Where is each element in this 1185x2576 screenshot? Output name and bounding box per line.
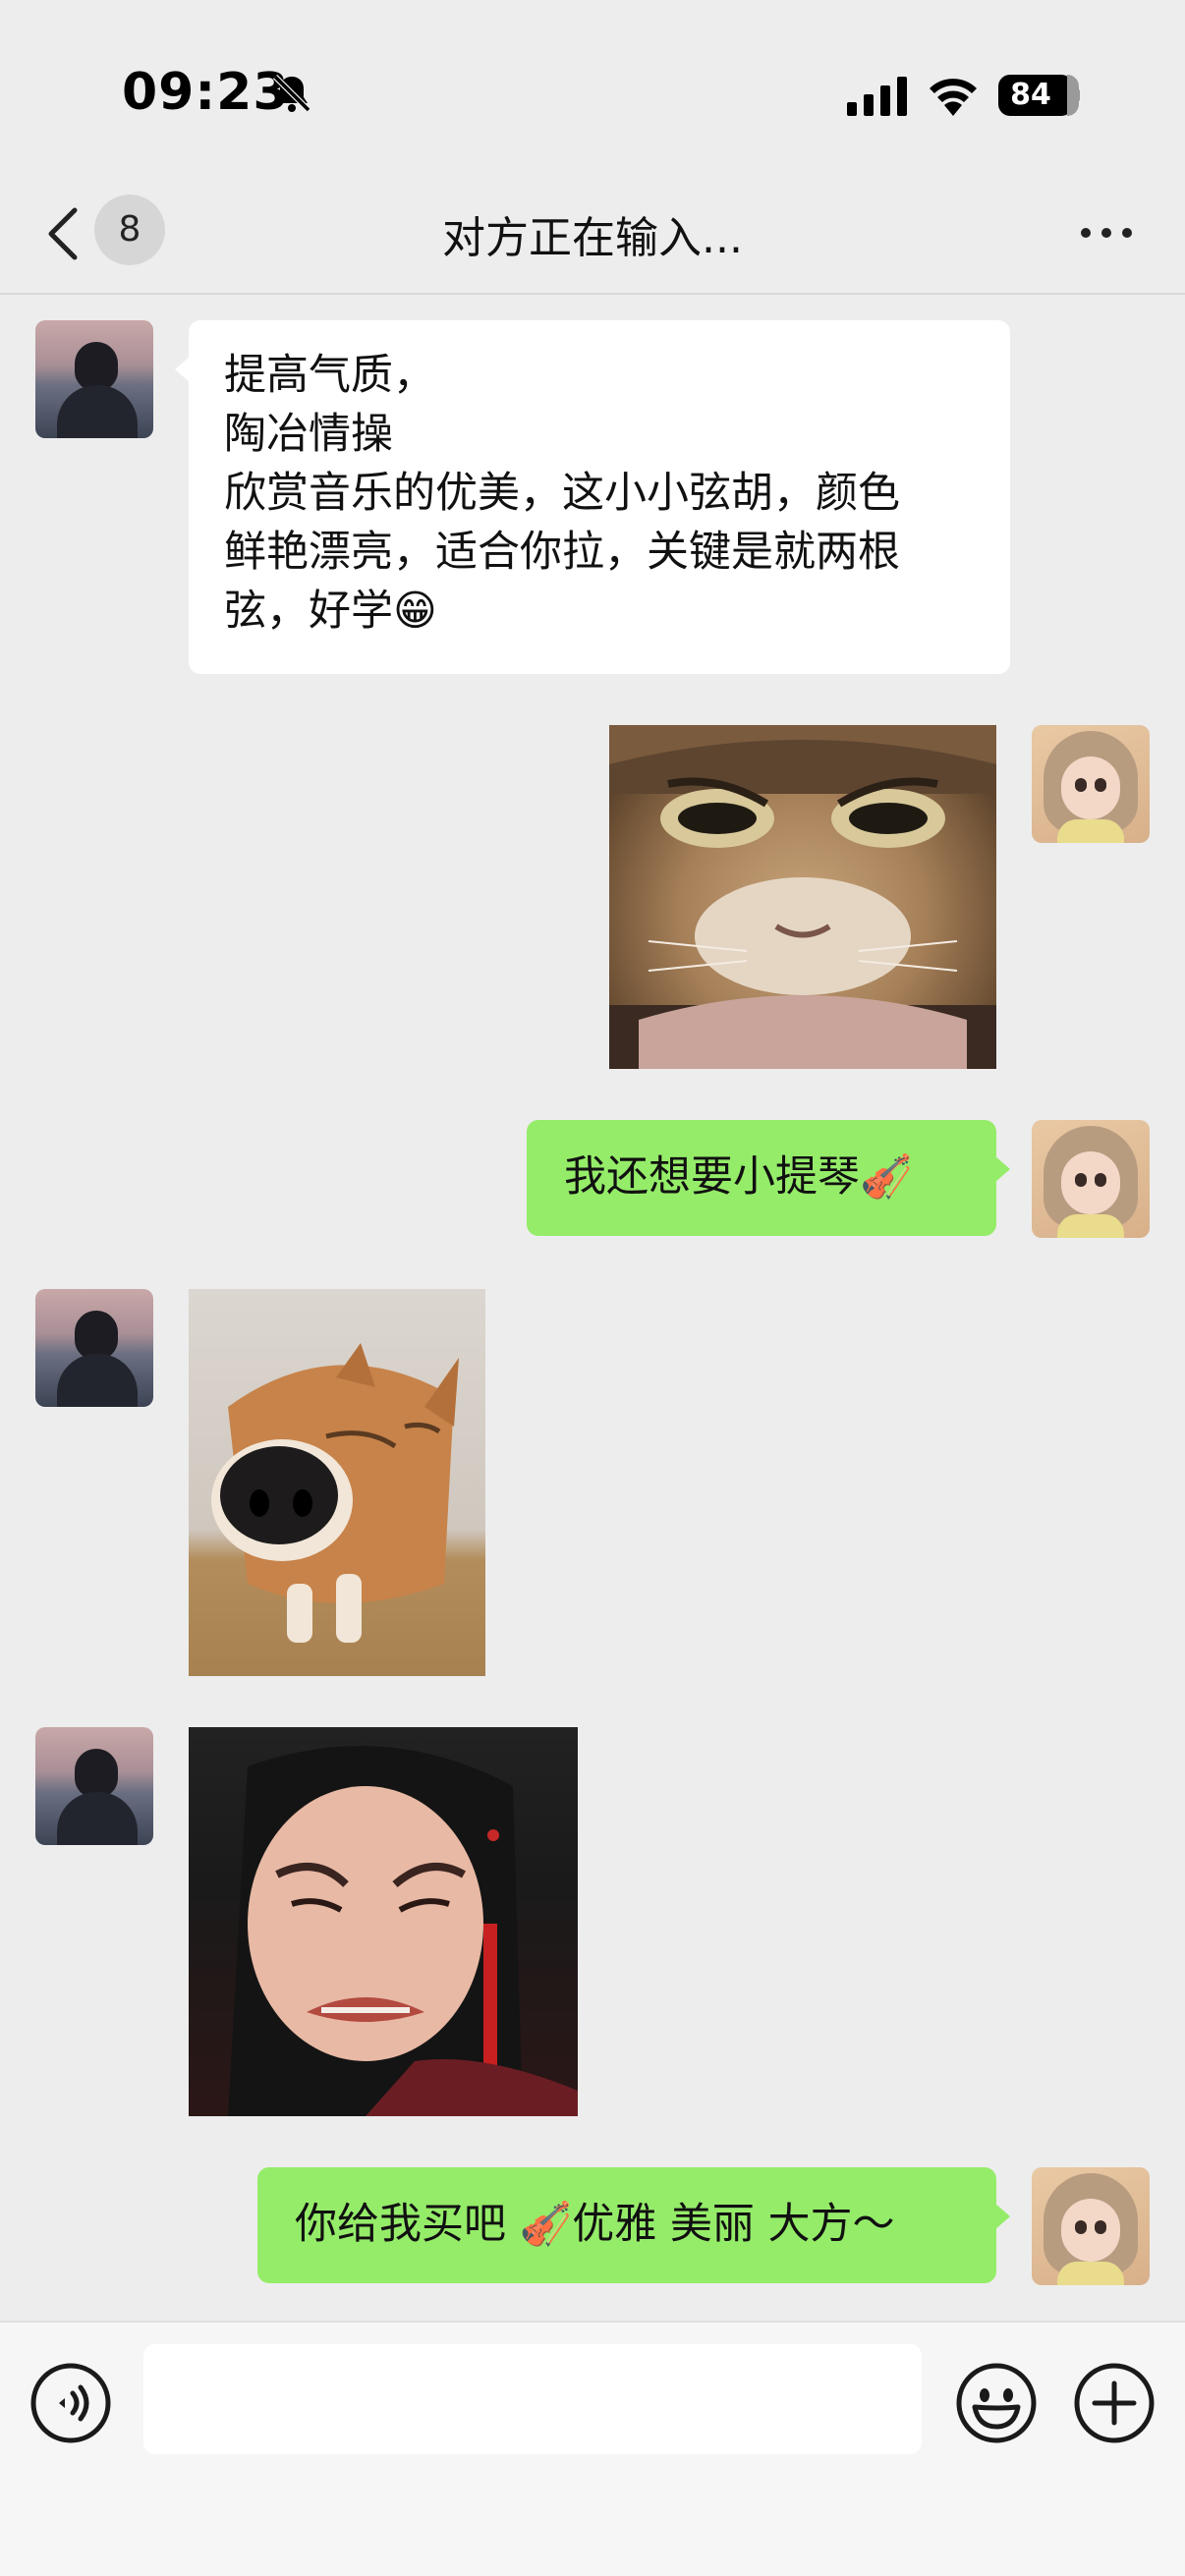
status-bar: 09:23 84 <box>0 0 1185 177</box>
cellular-signal-icon <box>847 77 907 116</box>
battery-level: 84 <box>1010 78 1051 112</box>
back-chevron-icon[interactable] <box>43 204 83 263</box>
status-time: 09:23 <box>122 63 290 122</box>
chat-screen: 09:23 84 8 对方正在输入... 提高气质， 陶冶情操 欣赏音乐的优美，… <box>0 0 1185 2576</box>
crying-woman-sticker-image[interactable] <box>189 1727 578 2116</box>
chat-title: 对方正在输入... <box>442 213 743 263</box>
friend-avatar[interactable] <box>35 1289 153 1407</box>
message-line: 弦，好学😁 <box>224 587 437 636</box>
my-avatar[interactable] <box>1032 725 1150 843</box>
friend-avatar[interactable] <box>35 1727 153 1845</box>
message-input[interactable] <box>143 2344 922 2454</box>
chat-header: 8 对方正在输入... <box>0 177 1185 295</box>
emoji-icon[interactable] <box>955 2362 1038 2444</box>
message-text: 我还想要小提琴🎻 <box>564 1152 913 1202</box>
battery-indicator: 84 <box>998 75 1080 116</box>
crying-woman-illustration <box>228 1746 578 2116</box>
my-avatar[interactable] <box>1032 2167 1150 2285</box>
my-avatar[interactable] <box>1032 1120 1150 1238</box>
message-text: 你给我买吧 🎻优雅 美丽 大方～ <box>295 2200 895 2249</box>
voice-icon[interactable] <box>29 2362 112 2444</box>
dog-sticker-image[interactable] <box>189 1289 485 1676</box>
friend-avatar[interactable] <box>35 320 153 438</box>
shiba-dog-illustration <box>211 1343 459 1643</box>
message-bubble-outgoing[interactable]: 我还想要小提琴🎻 <box>527 1120 1010 1236</box>
bell-muted-icon <box>272 74 311 113</box>
message-line: 欣赏音乐的优美，这小小弦胡，颜色 <box>224 469 900 518</box>
more-options-icon[interactable] <box>1077 220 1136 244</box>
wifi-icon <box>930 79 977 116</box>
cat-sticker-image[interactable] <box>609 725 996 1069</box>
cat-face-illustration <box>609 725 996 1069</box>
message-line: 鲜艳漂亮，适合你拉，关键是就两根 <box>224 528 900 577</box>
unread-count-badge[interactable]: 8 <box>94 195 165 265</box>
message-bubble-outgoing[interactable]: 你给我买吧 🎻优雅 美丽 大方～ <box>257 2167 1010 2283</box>
message-bubble-incoming[interactable]: 提高气质， 陶冶情操 欣赏音乐的优美，这小小弦胡，颜色 鲜艳漂亮，适合你拉，关键… <box>175 320 1010 674</box>
message-line: 提高气质， <box>224 351 435 400</box>
chat-input-bar <box>0 2321 1185 2576</box>
plus-icon[interactable] <box>1073 2362 1156 2444</box>
message-line: 陶冶情操 <box>224 410 393 459</box>
